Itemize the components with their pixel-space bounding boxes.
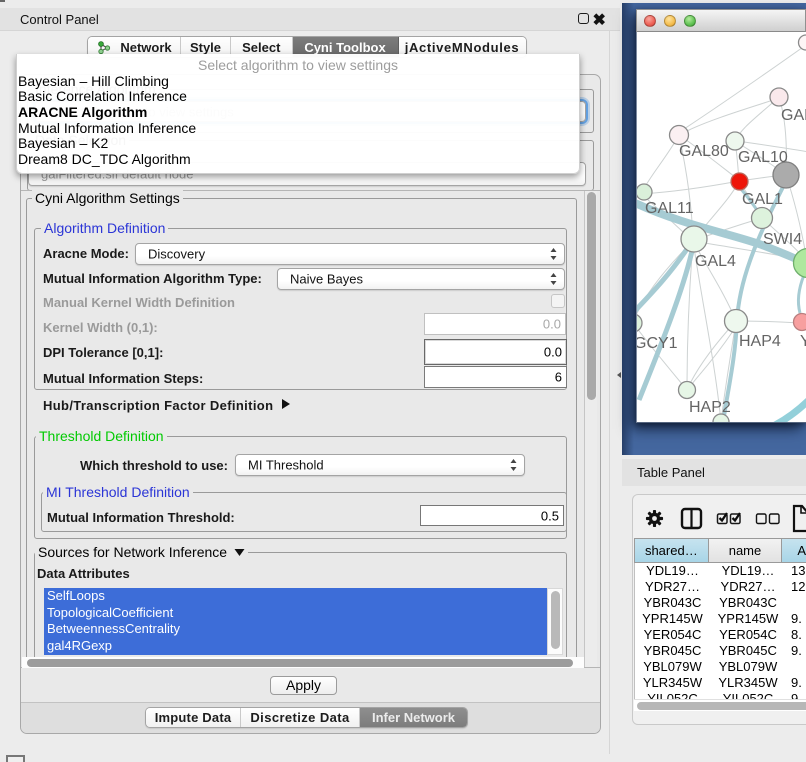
svg-text:HAP4: HAP4 <box>739 333 781 350</box>
svg-text:GAL1: GAL1 <box>742 191 783 208</box>
svg-text:GCY1: GCY1 <box>637 335 678 352</box>
svg-text:GAL80: GAL80 <box>679 143 729 160</box>
svg-text:GAL10: GAL10 <box>738 149 788 166</box>
svg-text:SWI4: SWI4 <box>763 231 802 248</box>
svg-text:GAL4: GAL4 <box>695 253 736 270</box>
svg-text:GAL11: GAL11 <box>645 200 694 217</box>
svg-text:HAP2: HAP2 <box>689 399 731 416</box>
svg-text:GAL2: GAL2 <box>781 107 806 124</box>
svg-text:Y: Y <box>800 333 806 350</box>
